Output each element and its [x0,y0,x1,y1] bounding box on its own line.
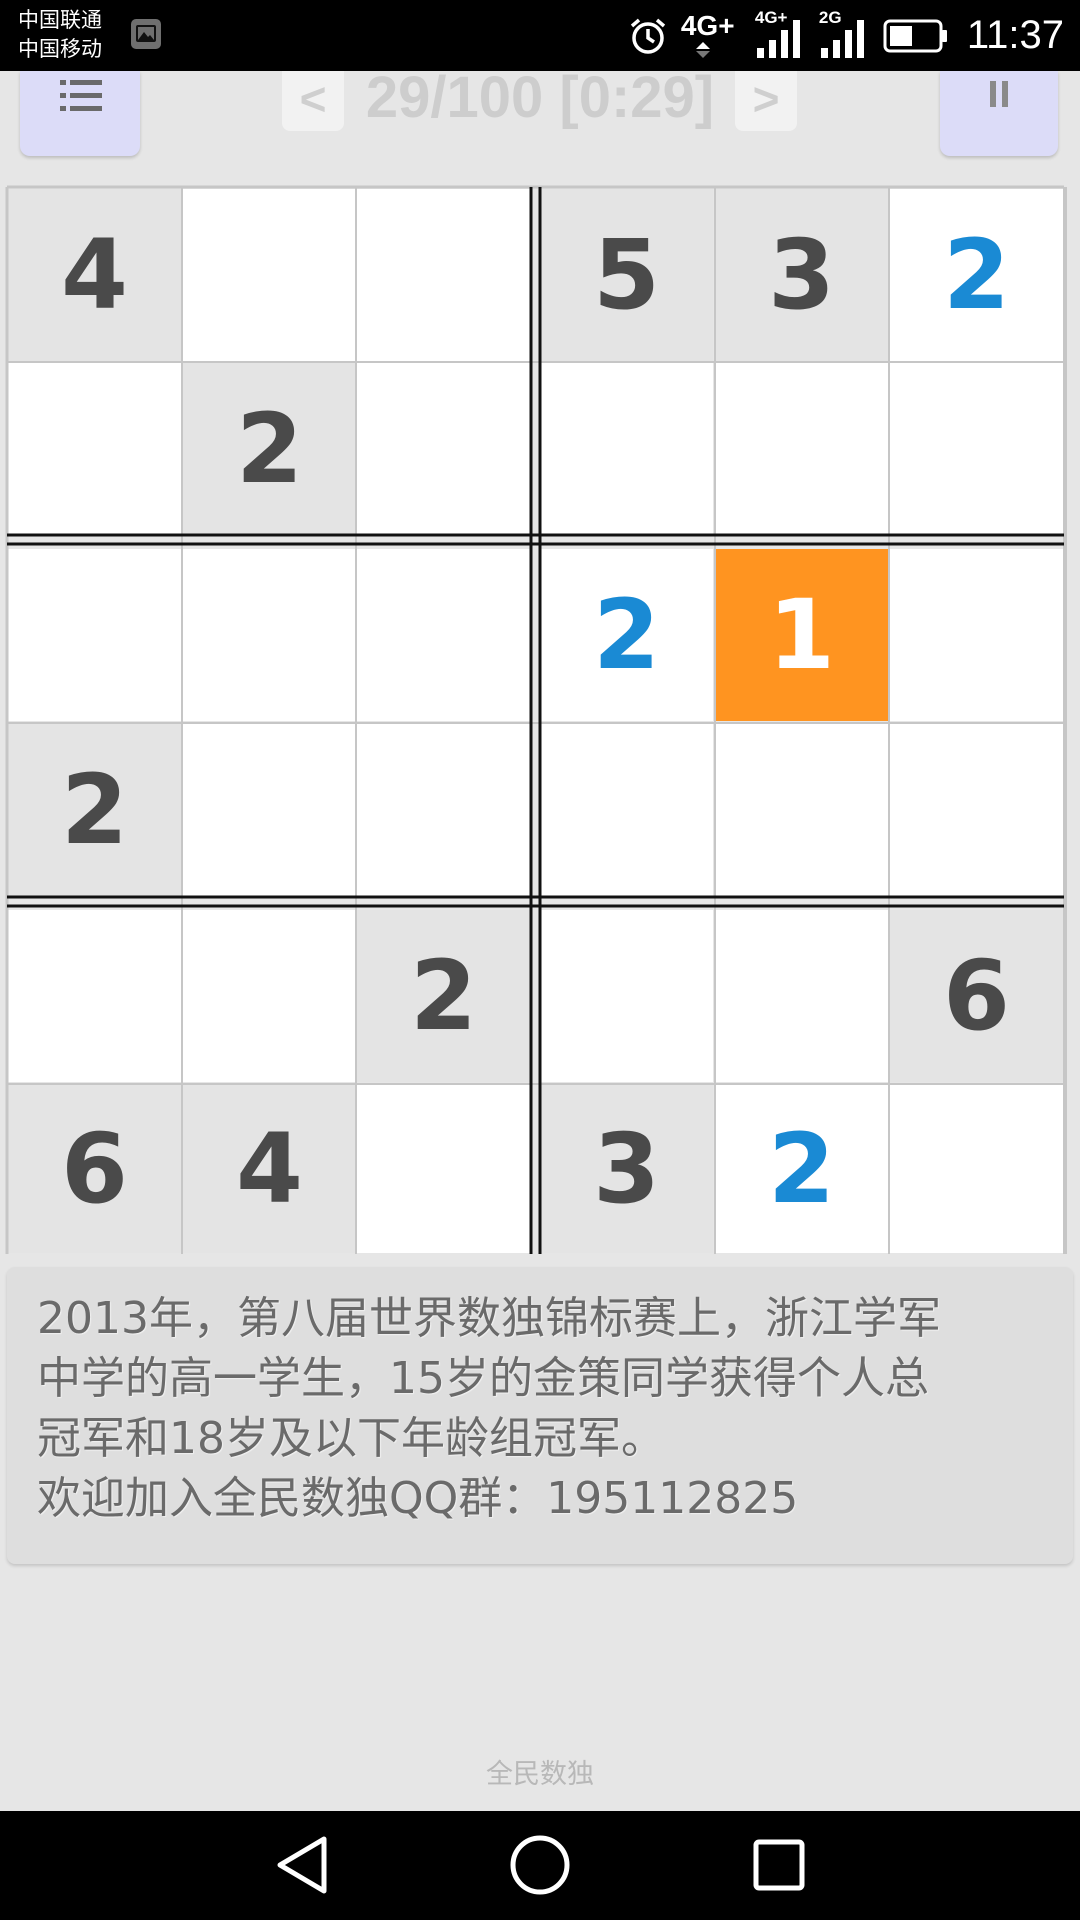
system-navigation-bar [0,1811,1080,1920]
home-circle-icon[interactable] [500,1829,580,1901]
board-grid-lines [5,185,1067,1254]
tip-line-2: 中学的高一学生，15岁的金策同学获得个人总 [37,1353,929,1404]
tip-line-4: 欢迎加入全民数独QQ群：195112825 [37,1473,799,1524]
sudoku-board: 45322212266432 [0,0,1080,1254]
back-triangle-icon[interactable] [262,1829,342,1901]
tip-line-1: 2013年，第八届世界数独锦标赛上，浙江学军 [37,1293,941,1344]
tip-line-3: 冠军和18岁及以下年龄组冠军。 [37,1413,665,1464]
sudoku-screen: 中国联通 中国移动 4G+ 4G+ 2G 11:37 < 29/100 [0:2… [0,0,1080,1920]
app-name-label: 全民数独 [486,1759,594,1790]
recents-square-icon[interactable] [739,1829,819,1901]
tip-panel: 2013年，第八届世界数独锦标赛上，浙江学军 中学的高一学生，15岁的金策同学获… [7,1267,1073,1564]
